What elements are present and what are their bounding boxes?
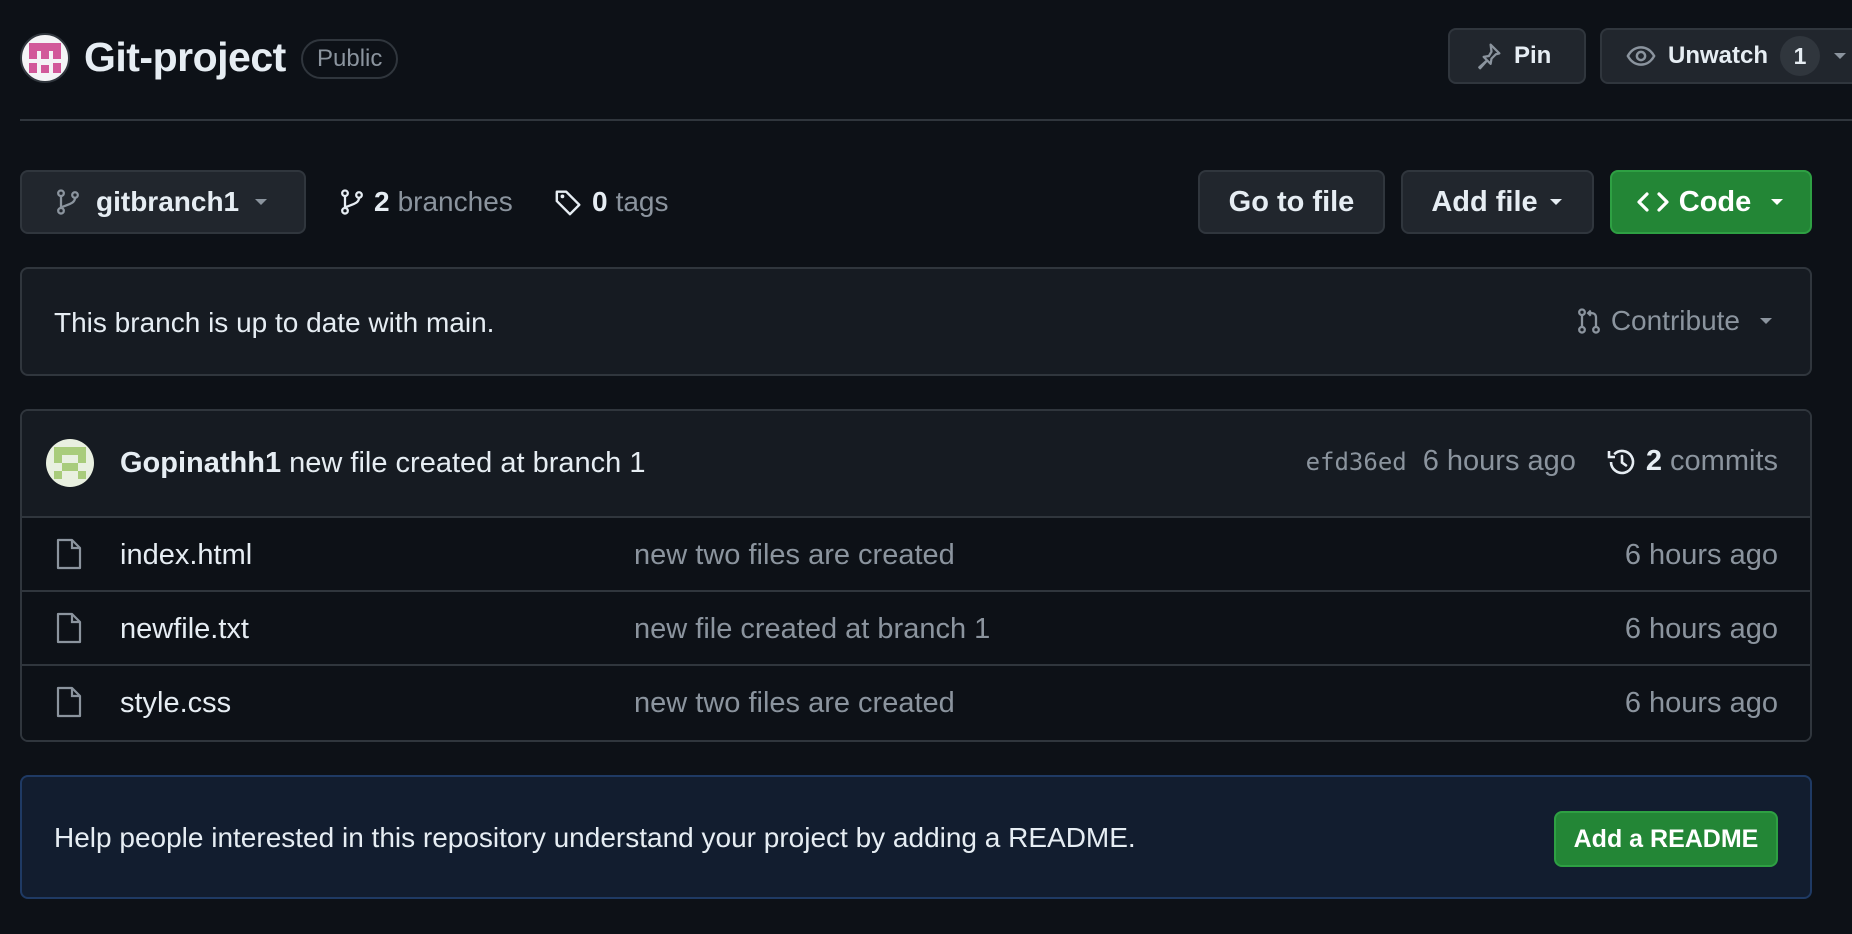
contribute-button[interactable]: Contribute <box>1575 305 1774 337</box>
file-age: 6 hours ago <box>1624 613 1778 645</box>
latest-commit-message: Gopinathh1 new file created at branch 1 <box>120 447 645 480</box>
watch-count-badge: 1 <box>1780 36 1821 76</box>
git-pull-request-icon <box>1577 308 1600 334</box>
branch-status-box: This branch is up to date with main. Con… <box>20 267 1812 376</box>
file-row[interactable]: newfile.txt new file created at branch 1… <box>22 592 1810 666</box>
go-to-file-label: Go to file <box>1228 185 1355 218</box>
git-branch-icon <box>57 189 79 215</box>
file-age: 6 hours ago <box>1624 687 1778 719</box>
commit-sha[interactable]: efd36ed <box>1306 448 1407 476</box>
branches-label: branches <box>397 186 513 217</box>
go-to-file-button[interactable]: Go to file <box>1198 170 1385 234</box>
branches-link[interactable]: 2 branches <box>338 184 513 220</box>
commit-age: 6 hours ago <box>1422 445 1576 477</box>
branch-status-text: This branch is up to date with main. <box>54 307 495 338</box>
file-name[interactable]: newfile.txt <box>120 613 249 646</box>
branch-select-button[interactable]: gitbranch1 <box>20 170 306 234</box>
caret-down-icon <box>1760 318 1772 324</box>
identicon-image <box>54 447 86 479</box>
commits-history-link[interactable]: 2 commits <box>1606 445 1778 478</box>
eye-icon <box>1626 46 1656 66</box>
file-name[interactable]: index.html <box>120 539 252 572</box>
unwatch-label: Unwatch <box>1668 42 1769 69</box>
add-file-button[interactable]: Add file <box>1401 170 1594 234</box>
repo-header: Git-project Public Pin Unwatch 1 <box>20 0 1852 121</box>
commit-author-avatar[interactable] <box>46 439 94 487</box>
file-commit-message[interactable]: new file created at branch 1 <box>634 613 990 646</box>
commit-message-text[interactable]: new file created at branch 1 <box>289 447 645 479</box>
file-age: 6 hours ago <box>1624 539 1778 571</box>
tags-link[interactable]: 0 tags <box>554 184 669 220</box>
pin-label: Pin <box>1514 42 1552 69</box>
file-row[interactable]: index.html new two files are created 6 h… <box>22 518 1810 592</box>
readme-banner: Help people interested in this repositor… <box>20 775 1812 899</box>
git-branch-icon <box>341 189 363 215</box>
tags-label: tags <box>615 186 669 217</box>
commits-count: 2 <box>1645 445 1663 477</box>
branches-count: 2 <box>374 186 390 217</box>
code-icon <box>1637 192 1669 212</box>
commits-label: commits <box>1670 445 1778 477</box>
current-branch-name: gitbranch1 <box>96 186 240 217</box>
file-name[interactable]: style.css <box>120 687 231 720</box>
contribute-label: Contribute <box>1610 305 1740 336</box>
code-button[interactable]: Code <box>1610 170 1812 234</box>
file-list: Gopinathh1 new file created at branch 1 … <box>20 409 1812 742</box>
add-file-label: Add file <box>1431 185 1538 218</box>
file-icon <box>56 538 82 570</box>
repo-name[interactable]: Git-project <box>84 34 286 81</box>
pin-icon <box>1478 43 1501 70</box>
tags-count: 0 <box>592 186 608 217</box>
unwatch-button[interactable]: Unwatch 1 <box>1600 28 1852 84</box>
file-commit-message[interactable]: new two files are created <box>634 687 955 720</box>
file-icon <box>56 612 82 644</box>
commit-meta: efd36ed 6 hours ago 2 commits <box>1306 445 1778 478</box>
caret-down-icon <box>1549 199 1562 205</box>
file-icon <box>56 686 82 718</box>
caret-down-icon <box>1834 53 1847 59</box>
readme-banner-text: Help people interested in this repositor… <box>54 822 1136 853</box>
latest-commit-row: Gopinathh1 new file created at branch 1 … <box>22 411 1810 518</box>
owner-avatar[interactable] <box>20 33 70 83</box>
tag-icon <box>555 190 581 216</box>
pin-button[interactable]: Pin <box>1448 28 1586 84</box>
visibility-badge: Public <box>301 39 399 79</box>
commit-author[interactable]: Gopinathh1 <box>120 447 281 479</box>
file-commit-message[interactable]: new two files are created <box>634 539 955 572</box>
caret-down-icon <box>255 199 268 205</box>
code-label: Code <box>1678 185 1752 218</box>
file-row[interactable]: style.css new two files are created 6 ho… <box>22 666 1810 740</box>
add-readme-button[interactable]: Add a README <box>1554 811 1778 867</box>
repository-page: Git-project Public Pin Unwatch 1 gitbran… <box>0 0 1852 934</box>
history-icon <box>1607 449 1635 474</box>
identicon-image <box>29 43 61 73</box>
caret-down-icon <box>1771 199 1784 205</box>
